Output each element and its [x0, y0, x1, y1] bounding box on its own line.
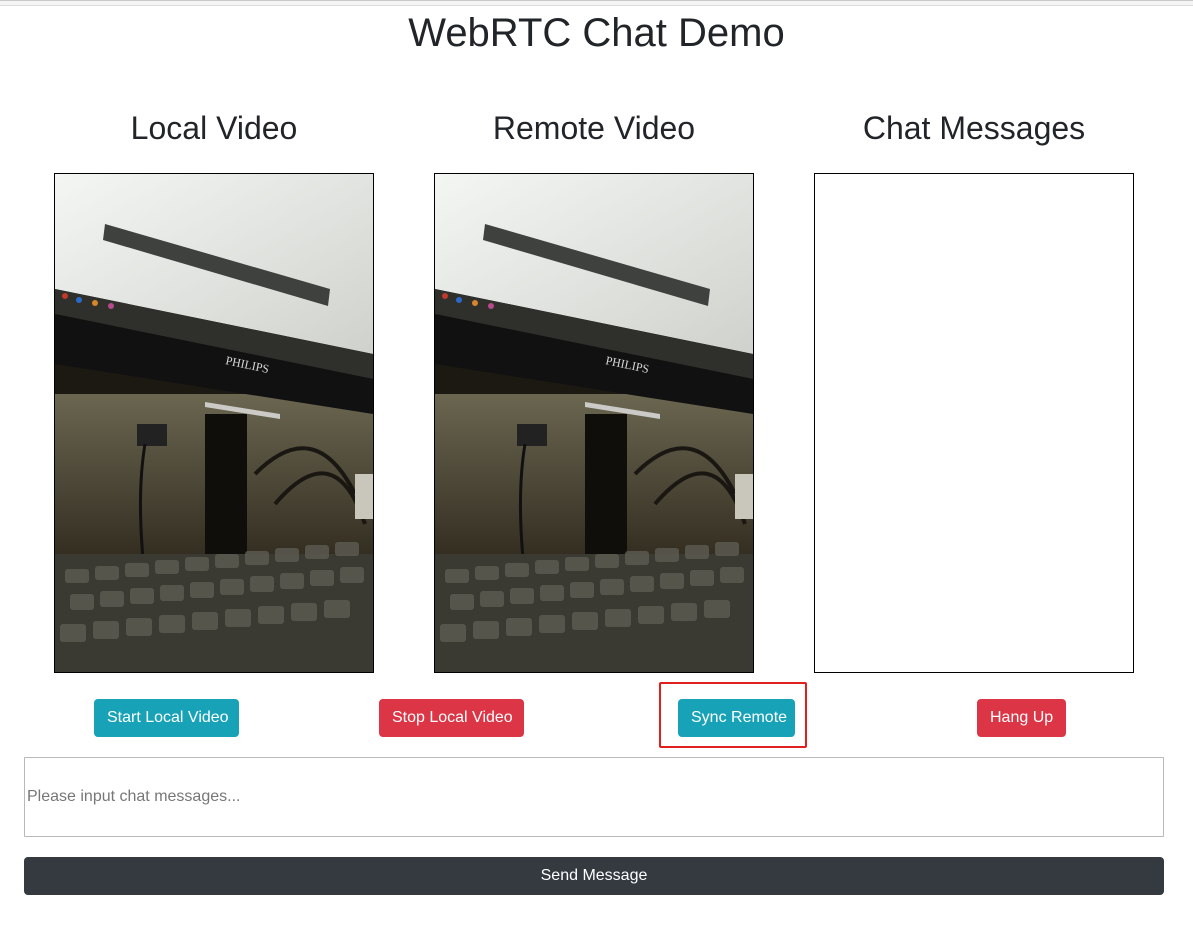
remote-video[interactable]: PHILIPS: [434, 173, 754, 673]
chat-messages-panel[interactable]: [814, 173, 1134, 673]
chat-message-input[interactable]: [24, 757, 1164, 837]
browser-top-edge: [0, 0, 1193, 6]
sync-remote-button[interactable]: Sync Remote: [678, 699, 795, 737]
hang-up-button[interactable]: Hang Up: [977, 699, 1066, 737]
remote-video-title: Remote Video: [492, 110, 696, 146]
start-local-video-button[interactable]: Start Local Video: [94, 699, 239, 737]
send-message-button[interactable]: Send Message: [24, 857, 1164, 895]
local-video-title: Local Video: [130, 110, 298, 146]
stop-local-video-button[interactable]: Stop Local Video: [379, 699, 524, 737]
local-video[interactable]: PHILIPS: [54, 173, 374, 673]
page-title: WebRTC Chat Demo: [408, 11, 785, 55]
chat-messages-title: Chat Messages: [862, 110, 1086, 146]
local-video-frame: PHILIPS: [55, 174, 373, 672]
remote-video-frame: PHILIPS: [435, 174, 753, 672]
